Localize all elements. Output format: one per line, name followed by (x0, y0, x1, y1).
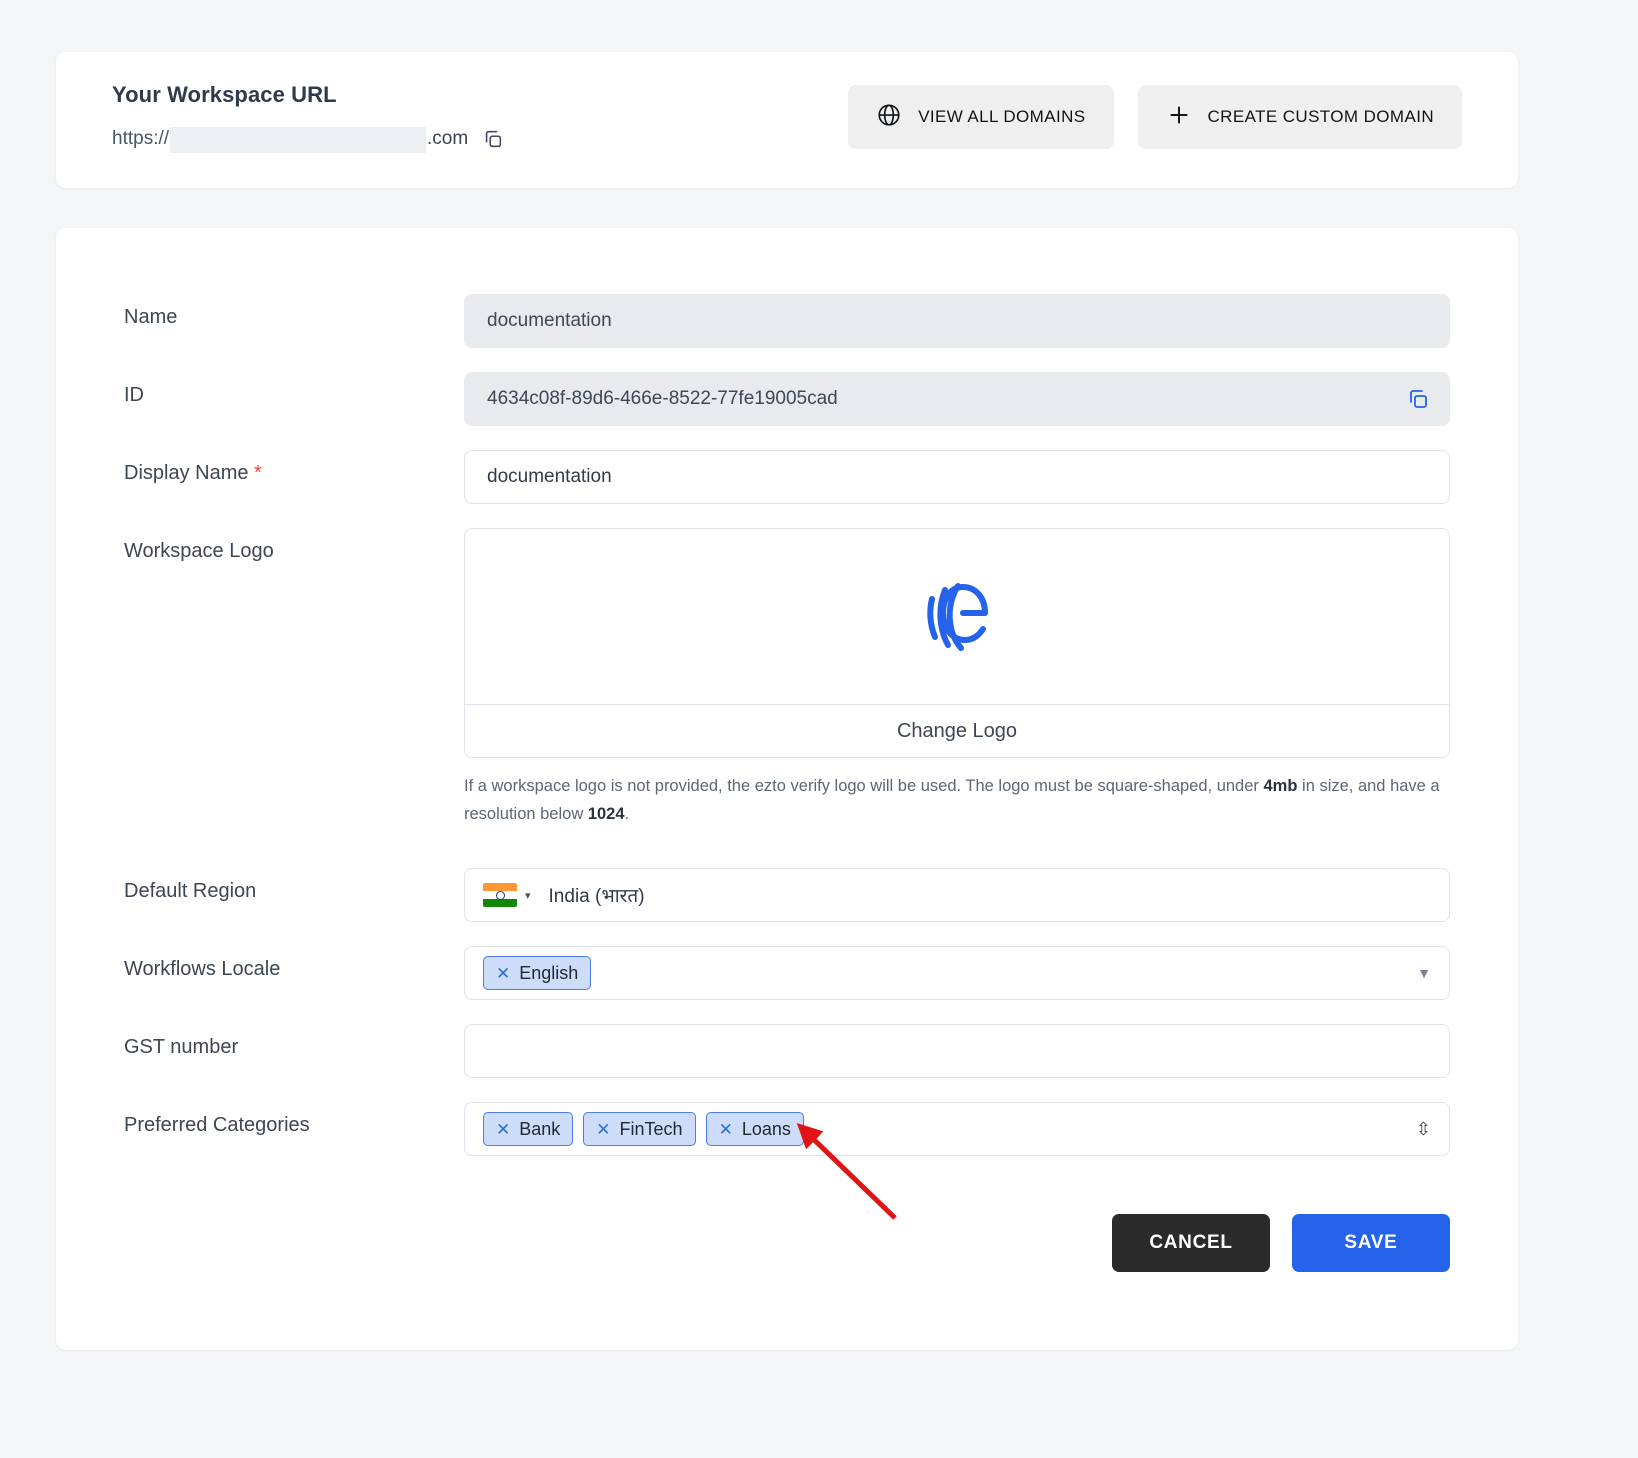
copy-icon[interactable] (1406, 387, 1430, 411)
category-tag-bank[interactable]: ✕ Bank (483, 1112, 574, 1146)
field-row-name: Name (124, 294, 1450, 348)
url-tld: .com (427, 128, 469, 149)
field-row-workflows-locale: Workflows Locale ✕ English ▼ (124, 946, 1450, 1000)
default-region-value: India (भारत) (548, 886, 645, 907)
save-button[interactable]: SAVE (1292, 1214, 1450, 1272)
workspace-logo-help-text: If a workspace logo is not provided, the… (464, 772, 1450, 828)
required-asterisk: * (254, 462, 262, 484)
display-name-input[interactable] (464, 450, 1450, 504)
name-label: Name (124, 306, 178, 328)
gst-number-input[interactable] (464, 1024, 1450, 1078)
default-region-label: Default Region (124, 880, 257, 902)
workflows-locale-label: Workflows Locale (124, 958, 281, 980)
field-row-display-name: Display Name * (124, 450, 1450, 504)
logo-help-suffix: . (624, 805, 630, 823)
default-region-select[interactable]: ▾ India (भारत) (464, 868, 1450, 922)
chevron-down-icon[interactable]: ▼ (1417, 965, 1431, 981)
field-row-default-region: Default Region ▾ India (भारत) (124, 868, 1450, 922)
view-all-domains-button[interactable]: VIEW ALL DOMAINS (848, 85, 1114, 149)
globe-icon (876, 102, 902, 133)
workspace-logo-label: Workspace Logo (124, 540, 274, 562)
workspace-settings-form: Name ID (124, 294, 1450, 1180)
field-row-preferred-categories: Preferred Categories ✕ Bank ✕ FinTech ✕ (124, 1102, 1450, 1156)
india-flag-icon (483, 883, 517, 907)
url-scheme: https:// (112, 128, 170, 149)
locale-tag-label: English (519, 962, 579, 983)
workspace-settings-card: Name ID (56, 228, 1518, 1350)
name-input (464, 294, 1450, 348)
remove-tag-icon[interactable]: ✕ (596, 1121, 610, 1138)
copy-icon[interactable] (482, 128, 504, 150)
locale-tag-english[interactable]: ✕ English (483, 956, 592, 990)
field-row-gst-number: GST number (124, 1024, 1450, 1078)
workflows-locale-select[interactable]: ✕ English ▼ (464, 946, 1450, 1000)
plus-icon (1166, 102, 1192, 133)
workspace-url-card: Your Workspace URL https:// .com VIEW AL… (56, 52, 1518, 188)
domain-actions: VIEW ALL DOMAINS CREATE CUSTOM DOMAIN (848, 85, 1462, 149)
cancel-button[interactable]: CANCEL (1112, 1214, 1270, 1272)
category-tag-fintech[interactable]: ✕ FinTech (583, 1112, 696, 1146)
remove-tag-icon[interactable]: ✕ (496, 965, 510, 982)
gst-number-label: GST number (124, 1036, 239, 1058)
preferred-categories-label: Preferred Categories (124, 1114, 310, 1136)
remove-tag-icon[interactable]: ✕ (719, 1121, 733, 1138)
category-tag-label: Loans (741, 1118, 791, 1139)
chevron-down-icon: ▾ (525, 889, 531, 902)
settings-page: Your Workspace URL https:// .com VIEW AL… (0, 0, 1638, 1458)
field-row-id: ID (124, 372, 1450, 426)
change-logo-button[interactable]: Change Logo (465, 705, 1449, 757)
logo-preview (465, 529, 1449, 705)
workspace-logo-box: Change Logo (464, 528, 1450, 758)
ezto-verify-logo-icon (921, 577, 993, 656)
url-subdomain-redacted (170, 127, 427, 153)
category-tag-loans[interactable]: ✕ Loans (705, 1112, 804, 1146)
create-custom-domain-label: CREATE CUSTOM DOMAIN (1207, 107, 1434, 126)
logo-help-max-resolution: 1024 (587, 805, 625, 823)
category-tag-label: FinTech (619, 1118, 683, 1139)
category-tag-label: Bank (519, 1118, 561, 1139)
view-all-domains-label: VIEW ALL DOMAINS (918, 107, 1086, 126)
stepper-icon[interactable]: ⇳ (1416, 1120, 1431, 1138)
create-custom-domain-button[interactable]: CREATE CUSTOM DOMAIN (1137, 85, 1462, 149)
remove-tag-icon[interactable]: ✕ (496, 1121, 510, 1138)
display-name-label: Display Name * (124, 450, 464, 485)
id-input (464, 372, 1450, 426)
form-actions: CANCEL SAVE (1112, 1214, 1450, 1272)
workspace-url-row: https:// .com (112, 124, 504, 154)
field-row-workspace-logo: Workspace Logo Change Logo If a workspac… (124, 528, 1450, 828)
logo-help-prefix: If a workspace logo is not provided, the… (464, 777, 1264, 795)
logo-help-max-size: 4mb (1263, 777, 1298, 795)
id-label: ID (124, 384, 144, 406)
preferred-categories-select[interactable]: ✕ Bank ✕ FinTech ✕ Loans ⇳ (464, 1102, 1450, 1156)
display-name-label-text: Display Name (124, 462, 249, 484)
workspace-url-title: Your Workspace URL (112, 82, 337, 107)
